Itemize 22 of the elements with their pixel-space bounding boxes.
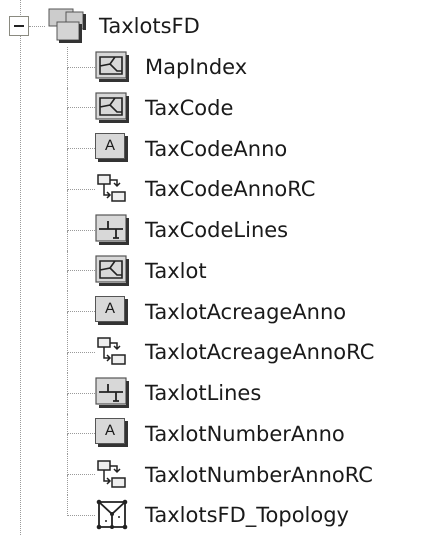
annotation-icon: A [95, 132, 125, 159]
line-layer-icon [95, 214, 131, 246]
tree-item-label[interactable]: Taxlot [145, 258, 207, 283]
polygon-layer-icon [95, 92, 131, 124]
tree-item-label[interactable]: TaxCodeAnno [145, 136, 288, 161]
annotation-icon: A [95, 296, 125, 322]
collapse-toggle[interactable] [9, 16, 29, 36]
line-layer-icon [95, 377, 131, 410]
tree-item-label[interactable]: TaxlotNumberAnno [145, 422, 345, 446]
tree-item-label[interactable]: TaxlotsFD_Topology [145, 503, 349, 528]
tree-item-label[interactable]: TaxlotsFD [99, 14, 200, 38]
tree-item-label[interactable]: TaxCode [145, 96, 234, 120]
tree-item-label[interactable]: TaxCodeLines [145, 218, 288, 242]
polygon-layer-icon [95, 254, 131, 287]
tree-item-label[interactable]: MapIndex [145, 55, 248, 80]
tree-item-label[interactable]: TaxlotAcreageAnnoRC [145, 340, 374, 364]
polygon-layer-icon [95, 51, 131, 84]
tree-item-label[interactable]: TaxCodeAnnoRC [145, 177, 316, 202]
tree-item-label[interactable]: TaxlotLines [145, 381, 262, 406]
tree-item-label[interactable]: TaxlotNumberAnnoRC [145, 462, 373, 487]
tree-item-label[interactable]: TaxlotAcreageAnno [145, 300, 346, 324]
annotation-icon: A [95, 418, 125, 444]
